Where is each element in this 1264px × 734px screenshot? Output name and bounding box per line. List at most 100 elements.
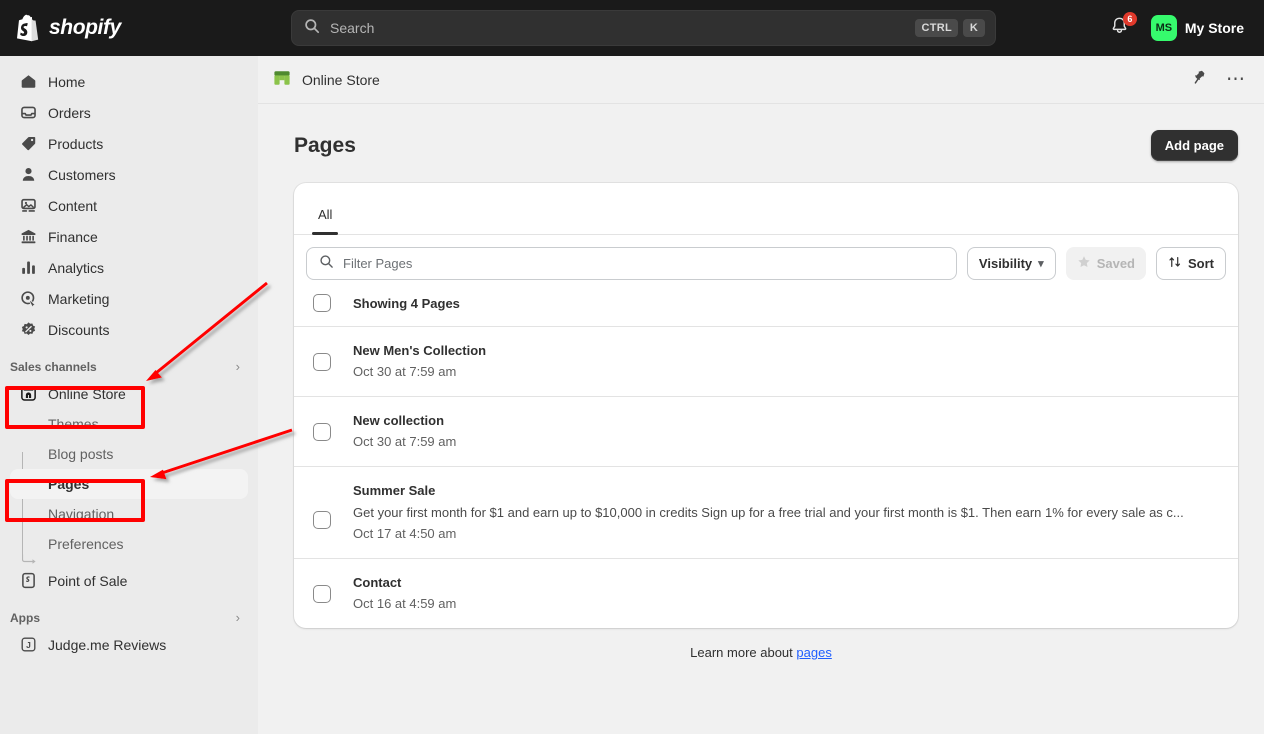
table-row[interactable]: New Men's Collection Oct 30 at 7:59 am	[294, 326, 1238, 396]
saved-views-button[interactable]: Saved	[1065, 247, 1146, 280]
home-icon	[18, 72, 38, 92]
sidebar-item-label: Customers	[48, 166, 116, 183]
row-checkbox[interactable]	[313, 423, 331, 441]
page-title-cell[interactable]: Contact	[353, 573, 1216, 593]
global-search[interactable]: Search CTRL K	[291, 10, 996, 46]
sidebar-item-label: Discounts	[48, 321, 110, 338]
row-checkbox[interactable]	[313, 585, 331, 603]
sidebar-item-home[interactable]: Home	[10, 66, 248, 97]
table-row[interactable]: Contact Oct 16 at 4:59 am	[294, 558, 1238, 628]
discount-badge-icon	[18, 320, 38, 340]
add-page-button[interactable]: Add page	[1150, 130, 1238, 161]
page-date-cell: Oct 30 at 7:59 am	[353, 434, 457, 449]
visibility-filter-button[interactable]: Visibility ▾	[966, 247, 1056, 280]
sort-arrows-icon	[1168, 255, 1182, 272]
notifications-button[interactable]: 6	[1107, 12, 1137, 41]
svg-text:J: J	[26, 640, 31, 650]
brand-logo[interactable]: shopify	[16, 14, 266, 42]
store-name: My Store	[1184, 20, 1244, 36]
table-row[interactable]: New collection Oct 30 at 7:59 am	[294, 396, 1238, 466]
bank-icon	[18, 227, 38, 247]
tab-all[interactable]: All	[304, 207, 346, 235]
sidebar-item-marketing[interactable]: Marketing	[10, 283, 248, 314]
storefront-green-icon	[272, 68, 292, 91]
ellipsis-icon[interactable]: ⋯	[1226, 70, 1246, 89]
sidebar-subitem-preferences[interactable]: Preferences	[10, 529, 248, 559]
breadcrumb-actions: ⋯	[1192, 69, 1246, 90]
sort-label: Sort	[1188, 256, 1214, 271]
showing-count-label: Showing 4 Pages	[353, 295, 460, 311]
breadcrumb-label: Online Store	[302, 71, 380, 88]
star-icon	[1077, 255, 1091, 272]
row-content: New Men's Collection Oct 30 at 7:59 am	[353, 341, 1216, 382]
sidebar-item-products[interactable]: Products	[10, 128, 248, 159]
sidebar-item-label: Content	[48, 197, 98, 214]
pages-card: All Filter Pages Visibility ▾ Saved Sort…	[294, 183, 1238, 628]
breadcrumb[interactable]: Online Store	[272, 68, 380, 91]
sort-button[interactable]: Sort	[1156, 247, 1226, 280]
sidebar-subitem-label: Themes	[48, 416, 99, 432]
page-date-cell: Oct 16 at 4:59 am	[353, 596, 457, 611]
sidebar-item-judgeme-reviews[interactable]: J Judge.me Reviews	[10, 629, 248, 660]
sidebar-item-label: Online Store	[48, 385, 126, 402]
filter-pages-input[interactable]: Filter Pages	[306, 247, 957, 280]
pages-help-link[interactable]: pages	[796, 645, 831, 660]
top-bar: shopify Search CTRL K 6 MS My Store	[0, 0, 1264, 56]
visibility-filter-label: Visibility	[978, 256, 1033, 271]
shopify-bag-icon	[16, 14, 42, 42]
chevron-right-icon[interactable]: ›	[236, 610, 240, 625]
search-shortcut-key: K	[963, 19, 985, 37]
store-menu-button[interactable]: MS My Store	[1145, 12, 1250, 44]
row-checkbox[interactable]	[313, 353, 331, 371]
table-row[interactable]: Summer Sale Get your first month for $1 …	[294, 466, 1238, 558]
section-title: Apps	[10, 610, 40, 625]
judgeme-icon: J	[18, 635, 38, 655]
page-title-cell[interactable]: New collection	[353, 411, 1216, 431]
content-image-icon	[18, 196, 38, 216]
select-all-checkbox[interactable]	[313, 294, 331, 312]
saved-views-label: Saved	[1096, 256, 1135, 271]
sidebar-item-finance[interactable]: Finance	[10, 221, 248, 252]
chevron-down-icon: ▾	[1038, 258, 1044, 270]
tab-bar: All	[294, 183, 1238, 235]
learn-more-footer: Learn more about pages	[258, 645, 1264, 660]
notification-count-badge: 6	[1122, 12, 1137, 26]
person-icon	[18, 165, 38, 185]
pin-icon[interactable]	[1192, 69, 1208, 90]
sidebar: Home Orders Products Customers Content F…	[0, 56, 258, 734]
row-checkbox[interactable]	[313, 511, 331, 529]
apps-section-header[interactable]: Apps ›	[10, 610, 240, 625]
sidebar-item-content[interactable]: Content	[10, 190, 248, 221]
search-icon	[319, 254, 334, 274]
row-content: New collection Oct 30 at 7:59 am	[353, 411, 1216, 452]
sidebar-item-analytics[interactable]: Analytics	[10, 252, 248, 283]
sidebar-item-discounts[interactable]: Discounts	[10, 314, 248, 345]
row-content: Contact Oct 16 at 4:59 am	[353, 573, 1216, 614]
sidebar-item-label: Products	[48, 135, 104, 152]
page-title: Pages	[294, 133, 356, 157]
sidebar-subitem-blog-posts[interactable]: Blog posts	[10, 439, 248, 469]
sidebar-subitem-label: Preferences	[48, 536, 124, 552]
sidebar-item-orders[interactable]: Orders	[10, 97, 248, 128]
page-excerpt-cell: Get your first month for $1 and earn up …	[353, 505, 1184, 520]
top-bar-actions: 6 MS My Store	[1107, 0, 1250, 56]
sidebar-subitem-themes[interactable]: Themes	[10, 409, 248, 439]
brand-name: shopify	[49, 16, 121, 39]
sidebar-item-customers[interactable]: Customers	[10, 159, 248, 190]
chevron-right-icon[interactable]: ›	[236, 359, 240, 374]
sidebar-item-point-of-sale[interactable]: Point of Sale	[10, 565, 248, 596]
select-all-row: Showing 4 Pages	[294, 290, 1238, 326]
tag-icon	[18, 134, 38, 154]
sales-channels-section-header[interactable]: Sales channels ›	[10, 359, 240, 374]
page-title-cell[interactable]: New Men's Collection	[353, 341, 1216, 361]
search-input[interactable]: Search CTRL K	[291, 10, 996, 46]
sidebar-subitem-label: Blog posts	[48, 446, 114, 462]
sidebar-subitem-pages[interactable]: Pages	[10, 469, 248, 499]
list-toolbar: Filter Pages Visibility ▾ Saved Sort	[294, 235, 1238, 290]
sidebar-item-online-store[interactable]: Online Store	[10, 378, 248, 409]
page-title-cell[interactable]: Summer Sale	[353, 481, 1216, 501]
sidebar-subitem-navigation[interactable]: Navigation	[10, 499, 248, 529]
main-content: Online Store ⋯ Pages Add page All Filter…	[258, 56, 1264, 734]
page-header: Pages Add page	[258, 104, 1264, 161]
section-title: Sales channels	[10, 359, 97, 374]
